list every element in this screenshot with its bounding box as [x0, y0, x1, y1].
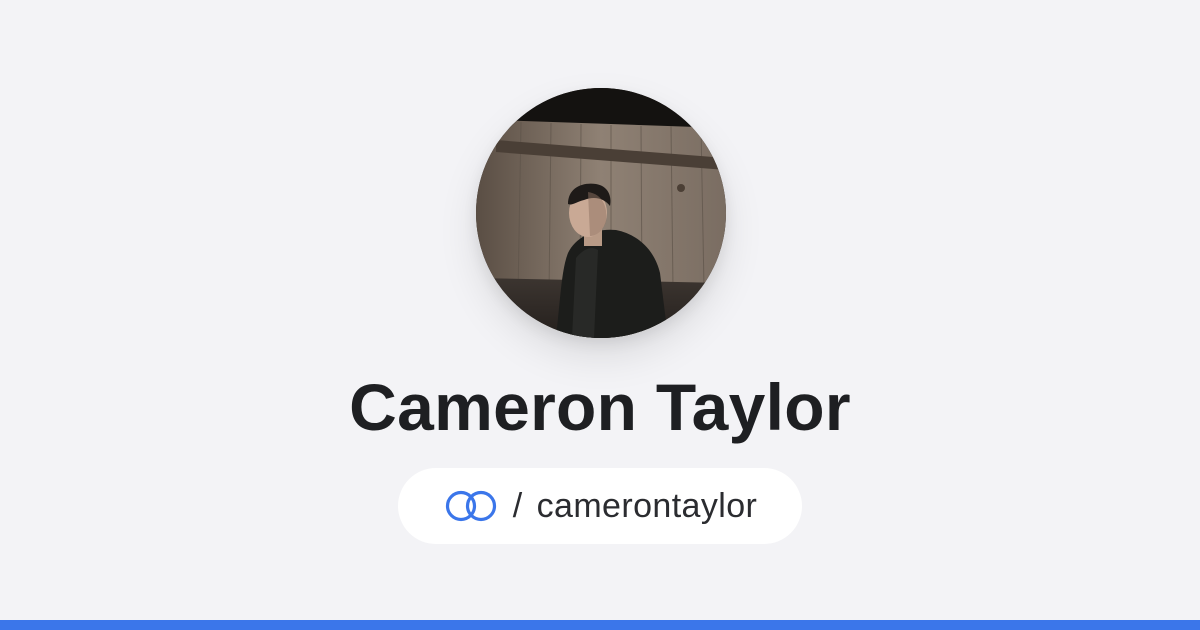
accent-bar — [0, 620, 1200, 630]
linked-rings-icon — [443, 489, 499, 523]
profile-name: Cameron Taylor — [349, 370, 851, 444]
avatar-photo — [476, 88, 726, 338]
profile-handle-link[interactable]: / camerontaylor — [398, 468, 802, 544]
handle-separator: / — [512, 487, 523, 525]
profile-handle: camerontaylor — [536, 487, 758, 525]
avatar — [476, 88, 726, 338]
profile-share-card: Cameron Taylor / camerontaylor — [0, 0, 1200, 630]
